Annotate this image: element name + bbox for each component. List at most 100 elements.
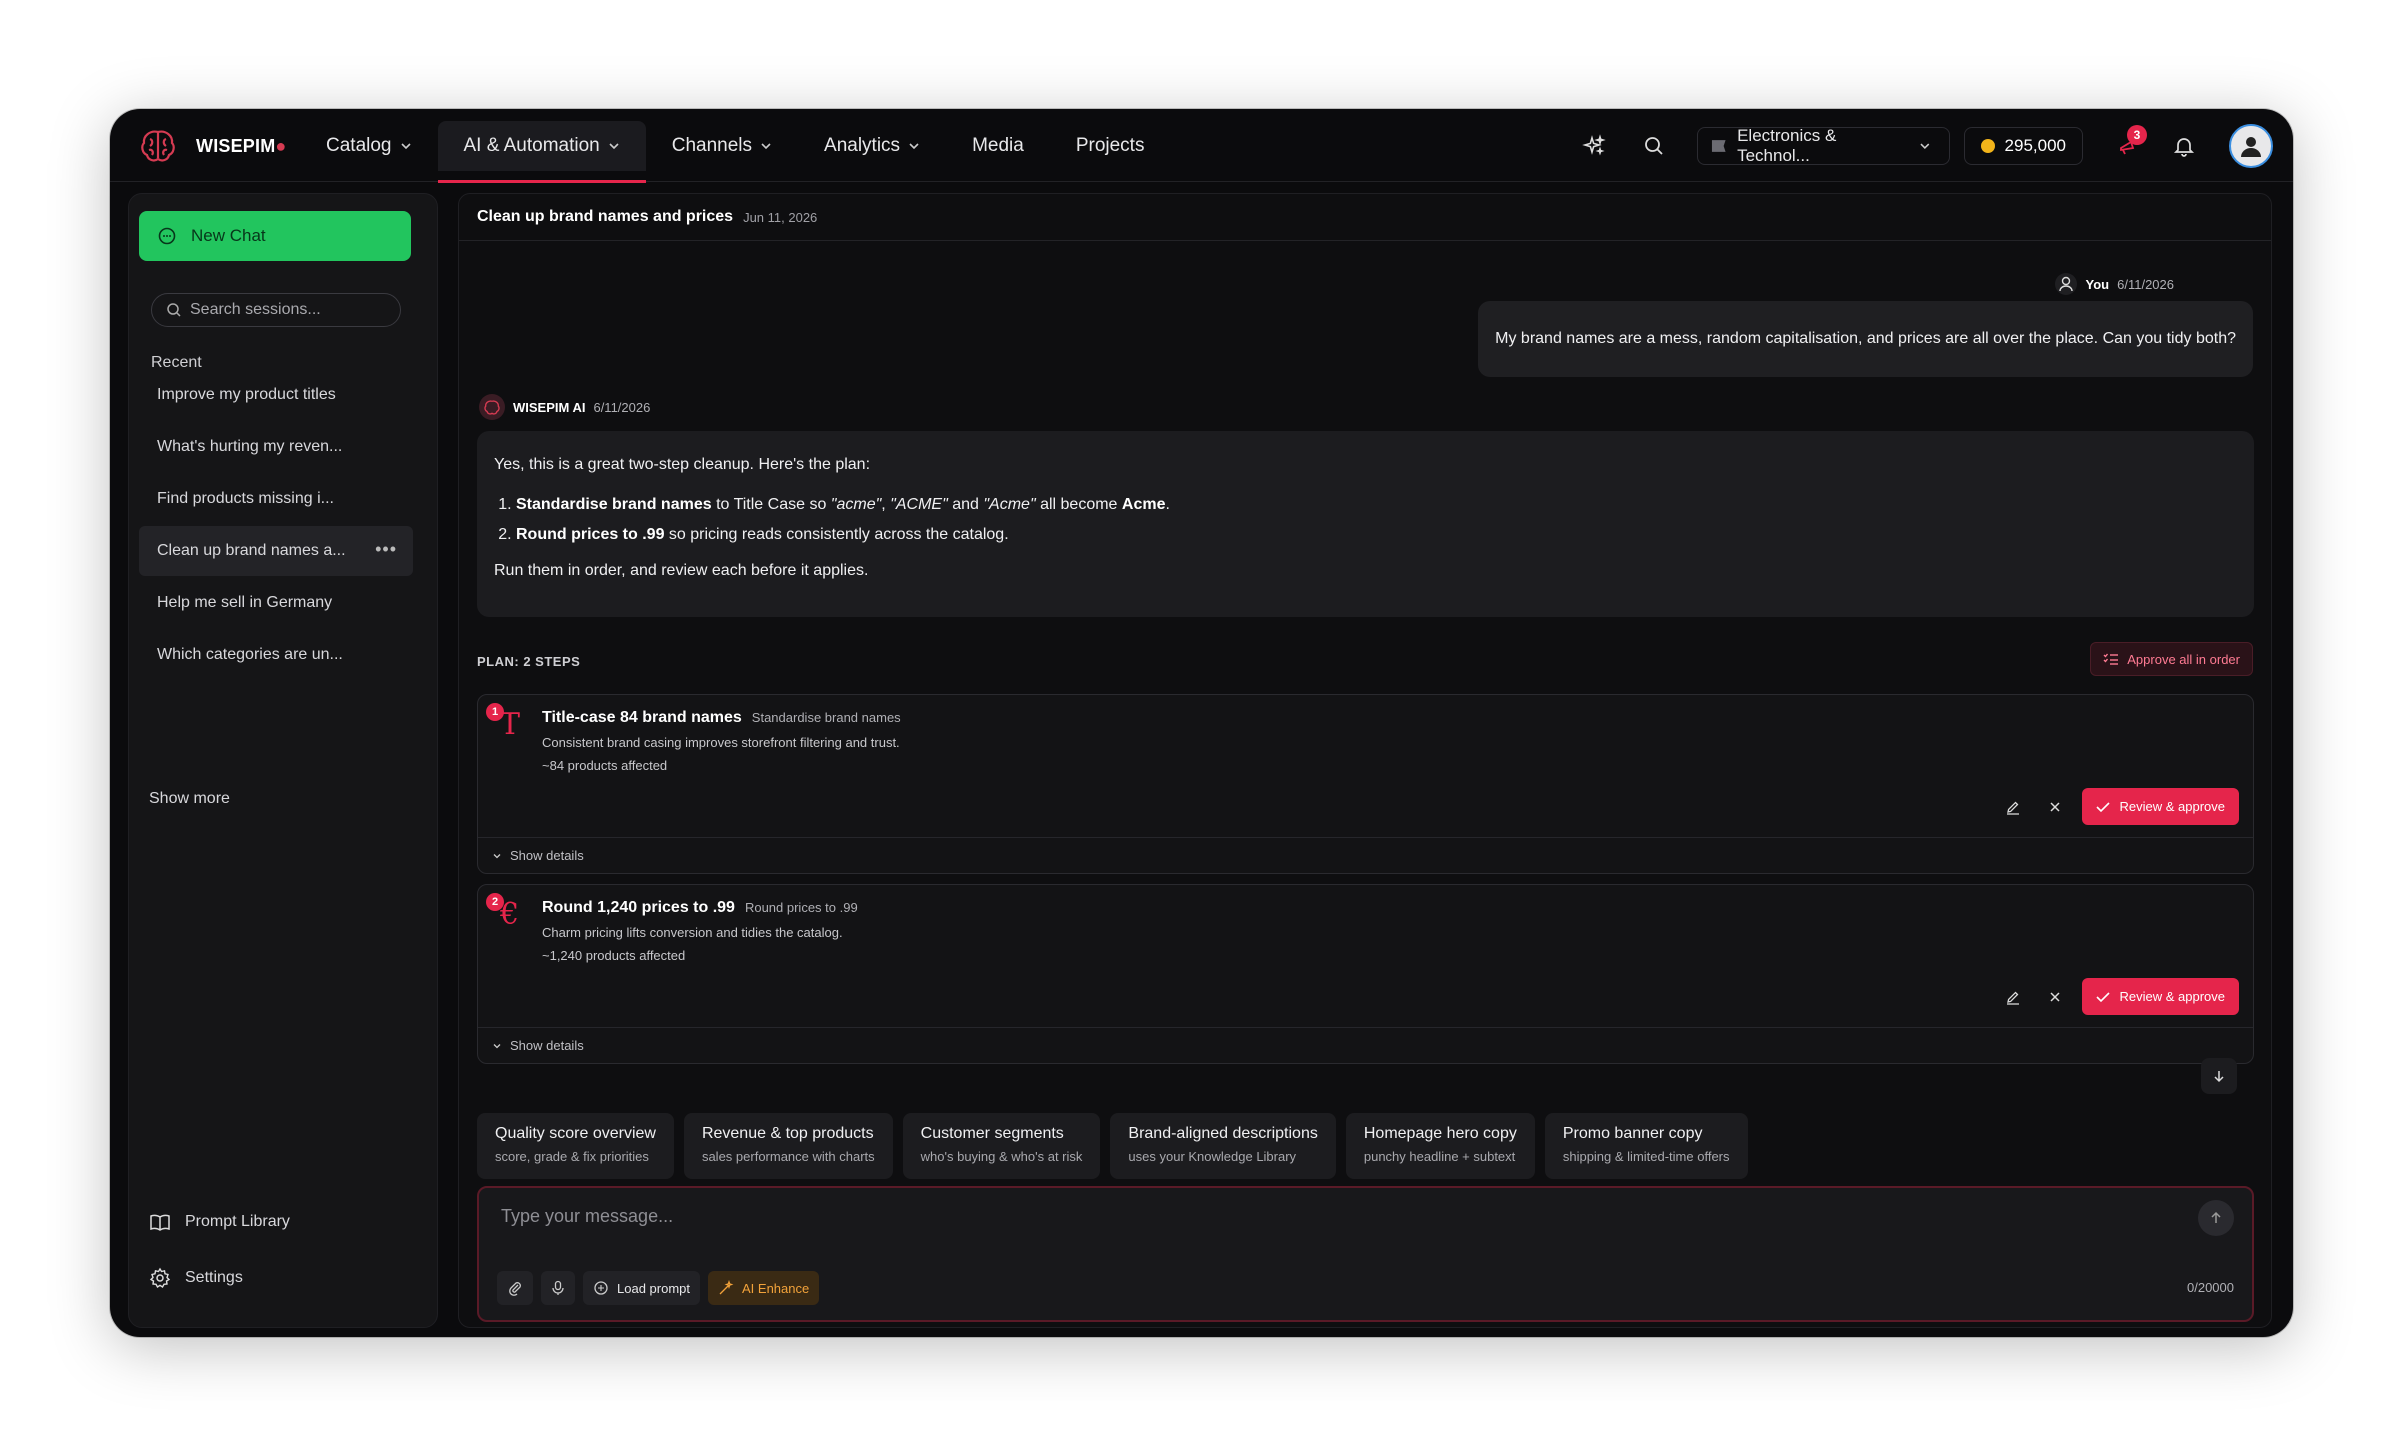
search-icon xyxy=(1644,137,1663,155)
ai-message-bubble: Yes, this is a great two-step cleanup. H… xyxy=(477,431,2254,617)
show-details-toggle[interactable]: Show details xyxy=(478,1027,2253,1063)
global-search-button[interactable] xyxy=(1629,121,1679,171)
store-selector[interactable]: Electronics & Technol... xyxy=(1696,126,1950,165)
nav-ai-automation[interactable]: AI & Automation xyxy=(437,121,647,183)
notifications-button[interactable] xyxy=(2159,121,2209,171)
pencil-icon xyxy=(2006,801,2019,815)
search-sessions-input[interactable]: Search sessions... xyxy=(151,293,401,327)
sparkles-icon xyxy=(1581,134,1606,156)
nav-catalog[interactable]: Catalog xyxy=(300,121,438,171)
prompt-library-link[interactable]: Prompt Library xyxy=(149,1194,290,1250)
session-list: Improve my product titles What's hurting… xyxy=(139,370,413,682)
ai-sparkle-button[interactable] xyxy=(1569,121,1619,171)
arrow-down-icon xyxy=(2214,1071,2224,1083)
suggestion-chip[interactable]: Revenue & top products sales performance … xyxy=(683,1113,893,1179)
review-approve-button[interactable]: Review & approve xyxy=(2081,978,2239,1015)
ai-name: WISEPIM AI xyxy=(513,399,586,415)
book-open-icon xyxy=(150,1214,170,1231)
ai-avatar xyxy=(479,394,505,420)
chevron-down-icon xyxy=(493,1043,501,1048)
alerts-button[interactable]: 3 xyxy=(2103,121,2153,171)
ai-enhance-button[interactable]: AI Enhance xyxy=(708,1271,820,1305)
message-input-placeholder: Type your message... xyxy=(501,1206,674,1226)
settings-link[interactable]: Settings xyxy=(149,1250,290,1306)
edit-step-button[interactable] xyxy=(1998,792,2028,822)
suggestion-subtitle: score, grade & fix priorities xyxy=(495,1149,649,1164)
nav-analytics-label: Analytics xyxy=(824,135,901,156)
approve-all-button[interactable]: Approve all in order xyxy=(2090,642,2253,676)
character-counter: 0/20000 xyxy=(2187,1280,2234,1295)
session-title: What's hurting my reven... xyxy=(157,438,343,455)
step-subtitle: Standardise brand names xyxy=(751,710,901,725)
user-icon xyxy=(2241,137,2261,157)
brand[interactable]: WISEPIM● xyxy=(138,127,286,165)
new-chat-button[interactable]: New Chat xyxy=(139,211,411,261)
notification-count-badge: 3 xyxy=(2127,125,2147,145)
suggestion-subtitle: shipping & limited-time offers xyxy=(1562,1149,1730,1164)
attach-button[interactable] xyxy=(497,1271,533,1305)
step-description: Consistent brand casing improves storefr… xyxy=(542,735,900,750)
more-options-icon[interactable]: ••• xyxy=(375,539,397,560)
ai-message-meta: WISEPIM AI 6/11/2026 xyxy=(479,394,650,420)
suggestion-subtitle: punchy headline + subtext xyxy=(1363,1149,1516,1164)
dismiss-step-button[interactable] xyxy=(2040,792,2070,822)
chat-title: Clean up brand names and prices xyxy=(477,208,734,225)
app-window: WISEPIM● Catalog AI & Automation Channel… xyxy=(110,109,2293,1337)
suggestion-chip[interactable]: Quality score overview score, grade & fix… xyxy=(477,1113,674,1179)
step-affected-count: ~1,240 products affected xyxy=(542,948,686,963)
show-details-label: Show details xyxy=(510,1038,584,1053)
arrow-up-icon xyxy=(2211,1211,2221,1223)
ai-enhance-label: AI Enhance xyxy=(742,1280,810,1296)
nav-media[interactable]: Media xyxy=(946,121,1050,171)
review-approve-button[interactable]: Review & approve xyxy=(2081,788,2239,825)
dismiss-step-button[interactable] xyxy=(2040,982,2070,1012)
prompt-icon xyxy=(594,1281,608,1295)
user-message-bubble: My brand names are a mess, random capita… xyxy=(1478,301,2253,377)
step-number-badge: 2 xyxy=(486,893,504,911)
session-item[interactable]: What's hurting my reven... xyxy=(139,422,413,472)
suggestion-chip[interactable]: Homepage hero copy punchy headline + subt… xyxy=(1345,1113,1535,1179)
main-nav: Catalog AI & Automation Channels Analyti… xyxy=(300,121,1171,183)
session-item[interactable]: Help me sell in Germany xyxy=(139,578,413,628)
nav-projects-label: Projects xyxy=(1075,135,1145,156)
session-item[interactable]: Which categories are un... xyxy=(139,630,413,680)
magic-wand-icon xyxy=(719,1280,734,1295)
show-details-label: Show details xyxy=(510,848,584,863)
brain-logo-icon xyxy=(484,399,500,415)
user-icon xyxy=(2054,273,2077,295)
load-prompt-button[interactable]: Load prompt xyxy=(583,1271,700,1305)
session-item[interactable]: Find products missing i... xyxy=(139,474,413,524)
close-icon xyxy=(2049,991,2060,1002)
store-selector-label: Electronics & Technol... xyxy=(1737,126,1837,165)
plan-label: PLAN: 2 STEPS xyxy=(477,654,581,669)
edit-step-button[interactable] xyxy=(1998,982,2028,1012)
send-button[interactable] xyxy=(2198,1200,2234,1236)
suggestion-chip[interactable]: Brand-aligned descriptions uses your Know… xyxy=(1110,1113,1336,1179)
ai-message-date: 6/11/2026 xyxy=(593,399,651,415)
scroll-to-bottom-button[interactable] xyxy=(2201,1058,2237,1094)
message-composer[interactable]: Type your message... Load prompt AI Enha… xyxy=(477,1186,2254,1322)
session-title: Help me sell in Germany xyxy=(157,594,333,611)
user-message-date: 6/11/2026 xyxy=(2117,276,2174,292)
credits-balance[interactable]: 295,000 xyxy=(1963,127,2083,165)
session-item[interactable]: Improve my product titles xyxy=(139,370,413,420)
nav-channels[interactable]: Channels xyxy=(646,121,798,171)
ai-outro-text: Run them in order, and review each befor… xyxy=(494,562,869,579)
load-prompt-label: Load prompt xyxy=(617,1280,690,1296)
voice-input-button[interactable] xyxy=(541,1271,575,1305)
suggestion-chip[interactable]: Customer segments who's buying & who's at… xyxy=(902,1113,1101,1179)
suggestion-title: Quality score overview xyxy=(495,1125,656,1142)
session-item-active[interactable]: Clean up brand names a... ••• xyxy=(139,526,413,576)
nav-channels-label: Channels xyxy=(671,135,753,156)
suggestion-chip[interactable]: Promo banner copy shipping & limited-time… xyxy=(1544,1113,1748,1179)
nav-analytics[interactable]: Analytics xyxy=(798,121,946,171)
prompt-library-label: Prompt Library xyxy=(185,1213,290,1230)
nav-projects[interactable]: Projects xyxy=(1050,121,1171,171)
chevron-down-icon xyxy=(1920,143,1930,150)
show-details-toggle[interactable]: Show details xyxy=(478,837,2253,873)
chat-sidebar: New Chat Search sessions... Recent Impro… xyxy=(128,193,438,1328)
microphone-icon xyxy=(552,1280,564,1295)
show-more-link[interactable]: Show more xyxy=(149,790,230,808)
step-actions: Review & approve xyxy=(1998,788,2239,825)
user-avatar[interactable] xyxy=(2229,124,2273,168)
